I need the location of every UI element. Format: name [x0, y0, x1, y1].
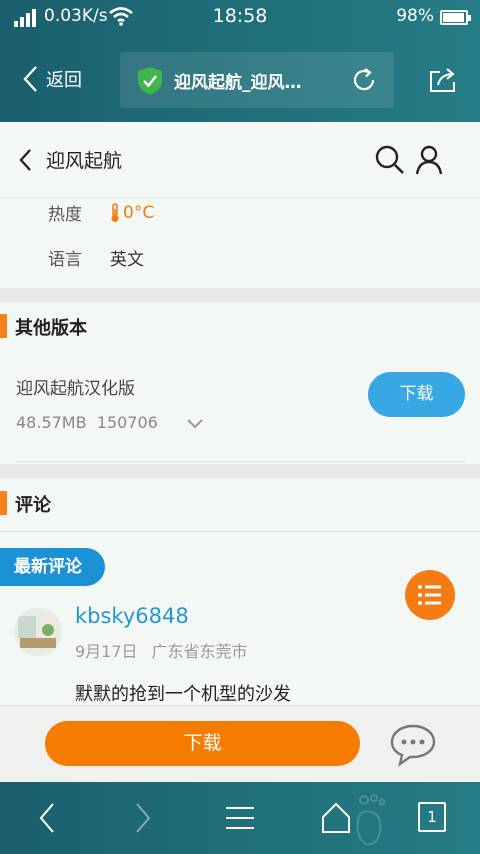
- shield-check-icon: [138, 67, 162, 95]
- battery-icon: [440, 10, 471, 25]
- comment-list-button[interactable]: [405, 570, 455, 620]
- browser-bar: 返回 迎风起航_迎风…: [0, 48, 480, 112]
- comment-date: 9月17日: [75, 642, 138, 661]
- section-accent: [0, 314, 7, 338]
- section-accent: [0, 491, 7, 515]
- heat-value-wrap: 0°C: [110, 203, 154, 223]
- nav-back-icon[interactable]: [36, 800, 58, 836]
- back-chevron-icon: [23, 66, 37, 92]
- other-versions-title: 其他版本: [15, 318, 87, 339]
- heat-row: 热度 0°C: [48, 200, 154, 226]
- battery-percent: 98%: [396, 6, 434, 26]
- download-button[interactable]: 下载: [45, 721, 360, 766]
- chat-icon[interactable]: [388, 720, 438, 770]
- comments-header: 评论: [0, 479, 480, 527]
- section-divider: [0, 464, 480, 478]
- chevron-down-icon[interactable]: [186, 418, 204, 430]
- page-title: 迎风起航: [46, 150, 123, 172]
- menu-icon[interactable]: [224, 800, 256, 836]
- divider: [0, 531, 480, 532]
- comment-text: 默默的抢到一个机型的沙发: [75, 684, 291, 705]
- version-number: 150706: [96, 413, 158, 432]
- language-label: 语言: [48, 250, 82, 270]
- bottom-nav: 1: [0, 782, 480, 854]
- language-value: 英文: [110, 250, 144, 270]
- reload-icon[interactable]: [350, 66, 378, 94]
- browser-back-label: 返回: [46, 70, 82, 91]
- comments-title: 评论: [15, 495, 51, 516]
- address-bar[interactable]: 迎风起航_迎风…: [120, 52, 394, 108]
- browser-back-button[interactable]: 返回: [22, 62, 82, 96]
- comment-meta: 9月17日 广东省东莞市: [75, 638, 248, 662]
- heat-label: 热度: [48, 205, 82, 225]
- heat-value: 0°C: [123, 202, 155, 223]
- share-icon[interactable]: [428, 64, 458, 94]
- page-header: 迎风起航: [0, 122, 480, 198]
- version-size: 48.57MB: [16, 413, 87, 432]
- comment-location: 广东省东莞市: [151, 642, 248, 661]
- list-icon: [418, 585, 441, 605]
- thermometer-icon: [111, 202, 119, 222]
- page-back-icon[interactable]: [18, 148, 32, 172]
- section-divider: [0, 288, 480, 302]
- version-name[interactable]: 迎风起航汉化版: [16, 374, 135, 399]
- avatar[interactable]: [14, 608, 62, 656]
- latest-comments-tab[interactable]: 最新评论: [0, 548, 105, 586]
- search-icon[interactable]: [374, 144, 406, 176]
- nav-forward-icon[interactable]: [132, 800, 154, 836]
- tab-count-button[interactable]: 1: [418, 802, 446, 832]
- user-icon[interactable]: [414, 144, 444, 176]
- language-row: 语言 英文: [48, 245, 144, 270]
- other-versions-header: 其他版本: [0, 302, 480, 350]
- action-bar: 下载: [0, 705, 480, 782]
- version-meta: 48.57MB 150706: [16, 413, 158, 432]
- avatar-image: [14, 608, 62, 656]
- version-download-button[interactable]: 下载: [368, 372, 465, 417]
- page-url-title: 迎风起航_迎风…: [174, 73, 302, 93]
- status-bar: 0.03K/s 18:58 98%: [0, 0, 480, 34]
- top-bar: 0.03K/s 18:58 98% 返回 迎风起航_迎风…: [0, 0, 480, 122]
- home-icon[interactable]: [320, 800, 352, 836]
- divider: [16, 461, 465, 462]
- comment-username[interactable]: kbsky6848: [75, 604, 189, 628]
